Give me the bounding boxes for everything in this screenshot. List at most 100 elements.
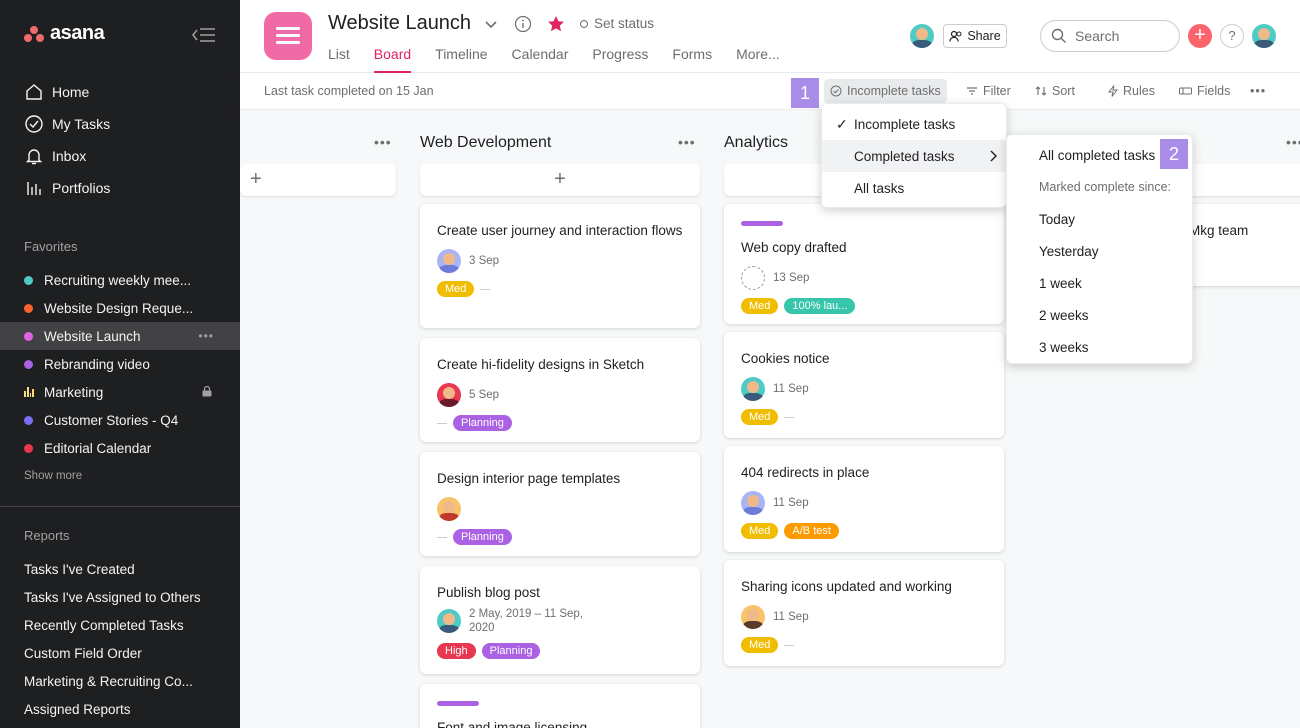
tab-timeline[interactable]: Timeline (435, 46, 487, 73)
task-card[interactable]: Font and image licensing (420, 684, 700, 728)
column-title-analytics[interactable]: Analytics (724, 134, 788, 152)
assignee-avatar[interactable] (741, 377, 765, 401)
due-date: 11 Sep (773, 497, 809, 509)
project-list-icon[interactable] (264, 12, 312, 60)
nav-portfolios[interactable]: Portfolios (0, 172, 240, 204)
column-more-icon[interactable]: ••• (678, 134, 696, 150)
menu-item-today[interactable]: Today (1007, 203, 1192, 235)
task-card[interactable]: Design interior page templates Planning (420, 452, 700, 556)
nav-home-label: Home (52, 84, 90, 100)
favorite-item[interactable]: Recruiting weekly mee... (0, 266, 240, 294)
menu-item-label: All tasks (854, 180, 905, 196)
favorite-item[interactable]: Marketing (0, 378, 240, 406)
tab-list[interactable]: List (328, 46, 350, 73)
quick-add-button[interactable]: + (1188, 24, 1212, 48)
check-circle-icon (25, 115, 43, 133)
rules-button[interactable]: Rules (1102, 79, 1161, 103)
menu-item-incomplete-tasks[interactable]: ✓ Incomplete tasks (822, 108, 1006, 140)
set-status-button[interactable]: Set status (580, 16, 654, 31)
info-icon[interactable] (514, 15, 532, 33)
incomplete-tasks-filter-button[interactable]: Incomplete tasks (824, 79, 947, 103)
favorite-item-active[interactable]: Website Launch ••• (0, 322, 240, 350)
menu-item-3-weeks[interactable]: 3 weeks (1007, 331, 1192, 363)
menu-item-2-weeks[interactable]: 2 weeks (1007, 299, 1192, 331)
menu-item-all-tasks[interactable]: All tasks (822, 172, 1006, 204)
tab-more[interactable]: More... (736, 46, 780, 73)
project-color-dot (24, 275, 33, 285)
priority-tag[interactable]: Med (741, 298, 779, 314)
task-card[interactable]: Sharing icons updated and working 11 Sep… (724, 560, 1004, 666)
priority-tag[interactable]: Med (741, 523, 779, 539)
stage-tag[interactable]: Planning (453, 415, 512, 431)
tab-board[interactable]: Board (373, 46, 412, 73)
favorite-more-icon[interactable]: ••• (198, 329, 214, 343)
priority-tag[interactable]: High (437, 643, 476, 659)
nav-my-tasks-label: My Tasks (52, 116, 111, 132)
priority-tag[interactable]: Med (741, 637, 779, 653)
favorite-label: Website Design Reque... (44, 300, 194, 316)
assignee-avatar[interactable] (741, 605, 765, 629)
member-avatar[interactable] (910, 24, 934, 48)
collapse-sidebar-icon[interactable] (190, 26, 216, 44)
project-color-dot (24, 303, 33, 313)
user-avatar[interactable] (1252, 24, 1276, 48)
stage-tag[interactable]: Planning (453, 529, 512, 545)
report-item[interactable]: Custom Field Order (0, 639, 240, 667)
report-item[interactable]: Recently Completed Tasks (0, 611, 240, 639)
nav-inbox[interactable]: Inbox (0, 140, 240, 172)
assignee-avatar[interactable] (437, 383, 461, 407)
menu-item-completed-tasks[interactable]: Completed tasks (822, 140, 1006, 172)
sort-button[interactable]: Sort (1029, 79, 1081, 103)
assignee-avatar[interactable] (741, 491, 765, 515)
report-item[interactable]: Tasks I've Created (0, 555, 240, 583)
task-card[interactable]: 404 redirects in place 11 Sep Med A/B te… (724, 446, 1004, 552)
column-more-icon[interactable]: ••• (374, 134, 392, 150)
chevron-down-icon[interactable] (483, 16, 499, 32)
fields-button[interactable]: Fields (1173, 79, 1236, 103)
priority-tag[interactable]: Med (437, 281, 475, 297)
task-card[interactable]: Web copy drafted 13 Sep Med 100% lau... (724, 204, 1004, 324)
status-tag[interactable]: 100% lau... (784, 298, 856, 314)
project-color-dot (24, 331, 33, 341)
favorite-item[interactable]: Website Design Reque... (0, 294, 240, 322)
unassigned-avatar-icon[interactable] (741, 266, 765, 290)
column-title-web-development[interactable]: Web Development (420, 134, 551, 152)
assignee-avatar[interactable] (437, 609, 461, 633)
favorite-item[interactable]: Editorial Calendar (0, 434, 240, 462)
favorite-item[interactable]: Rebranding video (0, 350, 240, 378)
tab-forms[interactable]: Forms (672, 46, 712, 73)
search-input[interactable]: Search (1040, 20, 1180, 52)
asana-logo[interactable]: asana (24, 22, 105, 45)
toolbar-more-icon[interactable]: ••• (1244, 79, 1272, 103)
report-item[interactable]: Marketing & Recruiting Co... (0, 667, 240, 695)
nav-my-tasks[interactable]: My Tasks (0, 108, 240, 140)
show-more-link[interactable]: Show more (24, 470, 82, 482)
column-more-icon[interactable]: ••• (1286, 134, 1300, 150)
assignee-avatar[interactable] (437, 249, 461, 273)
menu-item-1-week[interactable]: 1 week (1007, 267, 1192, 299)
task-card[interactable]: Cookies notice 11 Sep Med (724, 332, 1004, 438)
task-filter-menu: ✓ Incomplete tasks Completed tasks All t… (821, 103, 1007, 208)
assignee-avatar[interactable] (437, 497, 461, 521)
experiment-tag[interactable]: A/B test (784, 523, 839, 539)
priority-tag[interactable]: Med (741, 409, 779, 425)
task-card[interactable]: Publish blog post 2 May, 2019 – 11 Sep, … (420, 566, 700, 674)
star-icon[interactable] (546, 14, 566, 34)
menu-item-yesterday[interactable]: Yesterday (1007, 235, 1192, 267)
nav-home[interactable]: Home (0, 76, 240, 108)
help-button[interactable]: ? (1220, 24, 1244, 48)
tab-progress[interactable]: Progress (592, 46, 648, 73)
share-button[interactable]: Share (943, 24, 1007, 48)
report-item[interactable]: Assigned Reports (0, 695, 240, 723)
tab-calendar[interactable]: Calendar (512, 46, 569, 73)
add-task-button[interactable]: + (420, 164, 700, 196)
task-card[interactable]: Create user journey and interaction flow… (420, 204, 700, 328)
due-date: 11 Sep (773, 611, 809, 623)
stage-tag[interactable]: Planning (481, 643, 541, 659)
report-item[interactable]: Tasks I've Assigned to Others (0, 583, 240, 611)
favorite-item[interactable]: Customer Stories - Q4 (0, 406, 240, 434)
add-task-button[interactable]: + (240, 164, 396, 196)
filter-button[interactable]: Filter (960, 79, 1017, 103)
project-title[interactable]: Website Launch (328, 12, 471, 35)
task-card[interactable]: Create hi-fidelity designs in Sketch 5 S… (420, 338, 700, 442)
